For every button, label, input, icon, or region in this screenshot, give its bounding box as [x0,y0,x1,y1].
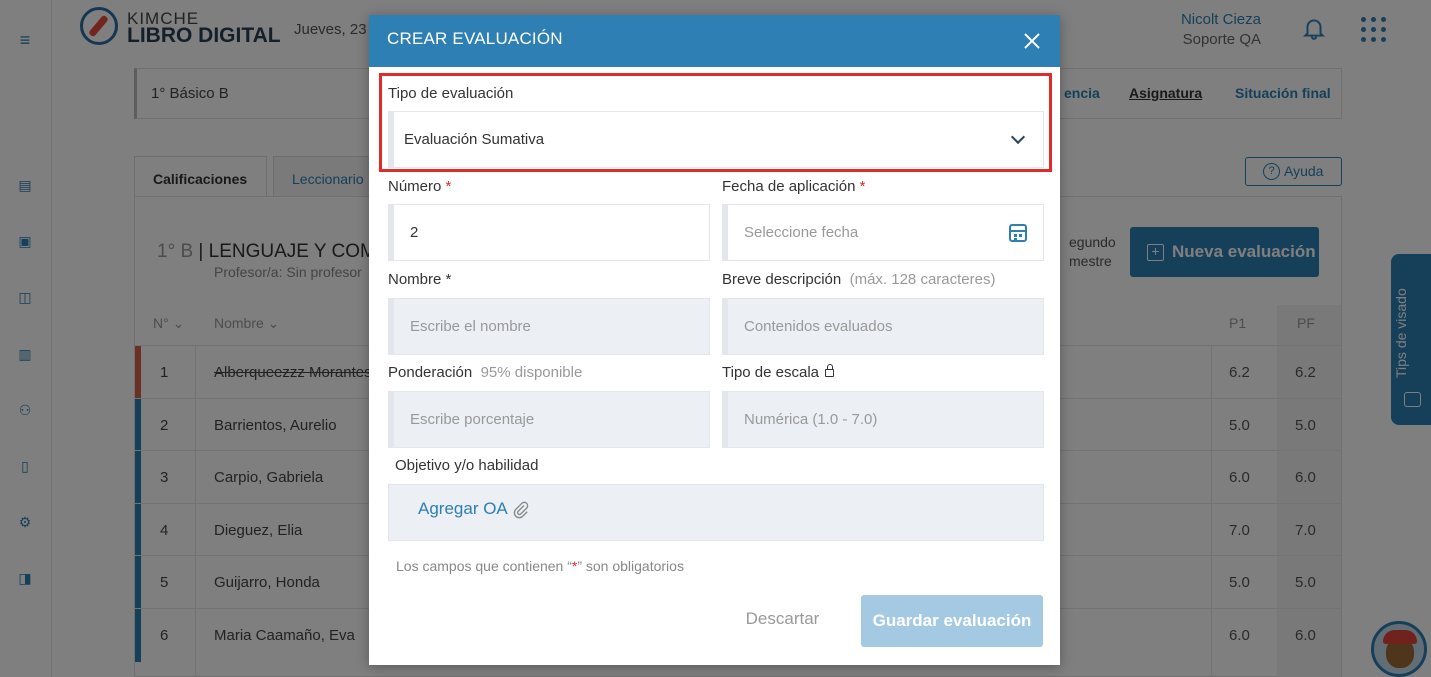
ponderacion-label: Ponderación 95% disponible [388,364,582,381]
descripcion-hint: (máx. 128 caracteres) [849,271,996,288]
fecha-input[interactable]: Seleccione fecha [722,204,1044,261]
ponderacion-hint: 95% disponible [480,364,583,381]
required-star: * [859,178,866,195]
lock-icon [825,364,835,377]
nombre-label: Nombre * [388,271,452,288]
numero-label-text: Número [388,178,442,195]
escala-label-text: Tipo de escala [722,364,820,381]
tipo-label: Tipo de evaluación [388,85,514,102]
escala-input: Numérica (1.0 - 7.0) [722,391,1044,448]
chevron-down-icon [1010,129,1026,145]
descripcion-input[interactable]: Contenidos evaluados [722,298,1044,355]
create-evaluation-modal: CREAR EVALUACIÓN Tipo de evaluación Eval… [369,15,1060,665]
numero-input[interactable]: 2 [388,204,710,261]
save-evaluation-button[interactable]: Guardar evaluación [861,595,1043,647]
ponderacion-input[interactable]: Escribe porcentaje [388,391,710,448]
nombre-input[interactable]: Escribe el nombre [388,298,710,355]
ponderacion-label-text: Ponderación [388,364,473,381]
close-icon[interactable] [1022,31,1042,51]
tipo-value: Evaluación Sumativa [404,131,545,148]
objetivo-label: Objetivo y/o habilidad [395,457,539,474]
paperclip-icon[interactable] [512,501,530,519]
modal-title: CREAR EVALUACIÓN [387,29,563,48]
escala-label: Tipo de escala [722,364,835,381]
discard-button[interactable]: Descartar [729,596,836,641]
calendar-icon[interactable] [1009,224,1027,242]
required-star: * [445,178,452,195]
agregar-oa-link[interactable]: Agregar OA [418,499,508,519]
fecha-placeholder: Seleccione fecha [744,224,859,241]
note-text-start: Los campos que contienen “ [396,558,572,574]
modal-header: CREAR EVALUACIÓN [369,15,1060,67]
required-fields-note: Los campos que contienen “*” son obligat… [396,558,684,574]
descripcion-label-text: Breve descripción [722,271,842,288]
note-text-end: ” son obligatorios [577,558,684,574]
descripcion-label: Breve descripción (máx. 128 caracteres) [722,271,995,288]
fecha-label: Fecha de aplicación * [722,178,865,195]
fecha-label-text: Fecha de aplicación [722,178,856,195]
numero-label: Número * [388,178,451,195]
tipo-evaluacion-select[interactable]: Evaluación Sumativa [388,111,1044,168]
